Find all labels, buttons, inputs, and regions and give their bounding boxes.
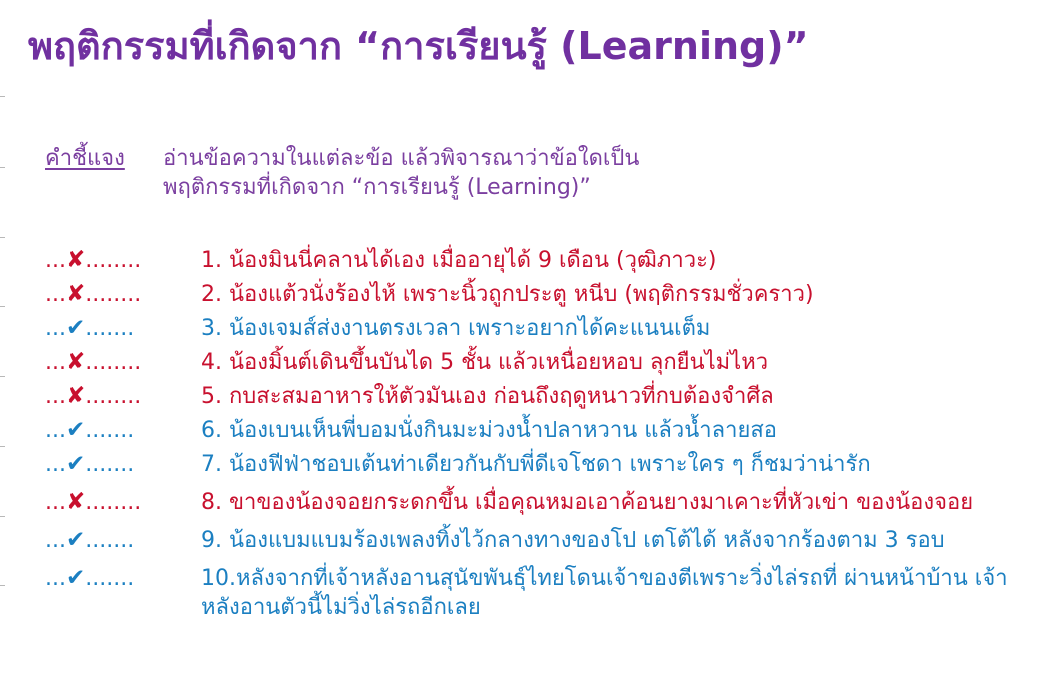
instructions-label: คำชี้แจง xyxy=(45,146,125,171)
edge-mark xyxy=(0,306,5,307)
list-item: ...✘........ 2. น้องแต้วนั่งร้องไห้ เพรา… xyxy=(45,280,1030,309)
list-item: ...✘........ 4. น้องมิ้นต์เดินขึ้นบันได … xyxy=(45,348,1030,377)
instructions-line: อ่านข้อความในแต่ละข้อ แล้วพิจารณาว่าข้อใ… xyxy=(163,146,640,171)
list-item: ...✘........ 1. น้องมินนี่คลานได้เอง เมื… xyxy=(45,246,1030,275)
mark-dots: ........ xyxy=(85,490,142,515)
mark-dots: ....... xyxy=(85,418,135,443)
item-text: 9. น้องแบมแบมร้องเพลงทิ้งไว้กลางทางของโป… xyxy=(201,528,945,553)
item-text: 8. ขาของน้องจอยกระดกขึ้น เมื่อคุณหมอเอาค… xyxy=(201,490,974,515)
answer-mark-slot: ...✔....... xyxy=(45,564,195,593)
mark-dots: ........ xyxy=(85,350,142,375)
mark-dots: ....... xyxy=(85,316,135,341)
list-item: ...✔....... 7. น้องฟีฟ่าชอบเต้นท่าเดียวก… xyxy=(45,450,1030,479)
answer-mark-slot: ...✘........ xyxy=(45,382,195,411)
mark-lead: ... xyxy=(45,248,66,273)
check-icon: ✔ xyxy=(65,451,86,477)
answer-mark-slot: ...✔....... xyxy=(45,416,195,445)
cross-icon: ✘ xyxy=(65,489,86,515)
edge-mark xyxy=(0,96,5,97)
instructions-line: พฤติกรรมที่เกิดจาก “การเรียนรู้ (Learnin… xyxy=(163,175,591,200)
answer-mark-slot: ...✘........ xyxy=(45,246,195,275)
answer-mark-slot: ...✔....... xyxy=(45,526,195,555)
item-text: 10.หลังจากที่เจ้าหลังอานสุนัขพันธุ์ไทยโด… xyxy=(201,566,1008,620)
answer-mark-slot: ...✔....... xyxy=(45,314,195,343)
instructions-label-spacer xyxy=(45,173,163,202)
mark-lead: ... xyxy=(45,490,66,515)
item-text: 5. กบสะสมอาหารให้ตัวมันเอง ก่อนถึงฤดูหนา… xyxy=(201,384,774,409)
item-text: 7. น้องฟีฟ่าชอบเต้นท่าเดียวกันกับพี่ดีเจ… xyxy=(201,452,871,477)
mark-dots: ....... xyxy=(85,566,135,591)
answer-mark-slot: ...✔....... xyxy=(45,450,195,479)
item-text: 2. น้องแต้วนั่งร้องไห้ เพราะนิ้วถูกประตู… xyxy=(201,282,814,307)
mark-dots: ....... xyxy=(85,452,135,477)
edge-mark xyxy=(0,446,5,447)
check-icon: ✔ xyxy=(65,315,86,341)
mark-lead: ... xyxy=(45,528,66,553)
mark-lead: ... xyxy=(45,566,66,591)
mark-lead: ... xyxy=(45,282,66,307)
mark-lead: ... xyxy=(45,384,66,409)
check-icon: ✔ xyxy=(65,527,86,553)
cross-icon: ✘ xyxy=(65,247,86,273)
item-text: 6. น้องเบนเห็นพี่บอมนั่งกินมะม่วงน้ำปลาห… xyxy=(201,418,778,443)
item-text: 4. น้องมิ้นต์เดินขึ้นบันได 5 ชั้น แล้วเห… xyxy=(201,350,769,375)
list-item: ...✘........ 5. กบสะสมอาหารให้ตัวมันเอง … xyxy=(45,382,1030,411)
edge-mark xyxy=(0,167,5,168)
mark-lead: ... xyxy=(45,316,66,341)
mark-lead: ... xyxy=(45,418,66,443)
list-item: ...✔....... 10.หลังจากที่เจ้าหลังอานสุนั… xyxy=(45,564,1030,622)
answer-list: ...✘........ 1. น้องมินนี่คลานได้เอง เมื… xyxy=(45,246,1030,622)
instructions-row: พฤติกรรมที่เกิดจาก “การเรียนรู้ (Learnin… xyxy=(45,173,905,202)
answer-mark-slot: ...✘........ xyxy=(45,488,195,517)
mark-dots: ....... xyxy=(85,528,135,553)
page-title: พฤติกรรมที่เกิดจาก “การเรียนรู้ (Learnin… xyxy=(28,24,809,68)
mark-dots: ........ xyxy=(85,384,142,409)
edge-mark xyxy=(0,237,5,238)
item-text: 1. น้องมินนี่คลานได้เอง เมื่ออายุได้ 9 เ… xyxy=(201,248,717,273)
mark-lead: ... xyxy=(45,350,66,375)
mark-lead: ... xyxy=(45,452,66,477)
instructions: คำชี้แจง อ่านข้อความในแต่ละข้อ แล้วพิจาร… xyxy=(45,144,905,202)
answer-mark-slot: ...✘........ xyxy=(45,280,195,309)
list-item: ...✘........ 8. ขาของน้องจอยกระดกขึ้น เม… xyxy=(45,488,1030,517)
check-icon: ✔ xyxy=(65,565,86,591)
item-text: 3. น้องเจมส์ส่งงานตรงเวลา เพราะอยากได้คะ… xyxy=(201,316,711,341)
list-item: ...✔....... 3. น้องเจมส์ส่งงานตรงเวลา เพ… xyxy=(45,314,1030,343)
instructions-row: คำชี้แจง อ่านข้อความในแต่ละข้อ แล้วพิจาร… xyxy=(45,144,905,173)
list-item: ...✔....... 6. น้องเบนเห็นพี่บอมนั่งกินม… xyxy=(45,416,1030,445)
mark-dots: ........ xyxy=(85,248,142,273)
cross-icon: ✘ xyxy=(65,349,86,375)
mark-dots: ........ xyxy=(85,282,142,307)
edge-mark xyxy=(0,516,5,517)
cross-icon: ✘ xyxy=(65,383,86,409)
edge-mark xyxy=(0,585,5,586)
answer-mark-slot: ...✘........ xyxy=(45,348,195,377)
cross-icon: ✘ xyxy=(65,281,86,307)
check-icon: ✔ xyxy=(65,417,86,443)
edge-mark xyxy=(0,376,5,377)
list-item: ...✔....... 9. น้องแบมแบมร้องเพลงทิ้งไว้… xyxy=(45,526,1030,555)
